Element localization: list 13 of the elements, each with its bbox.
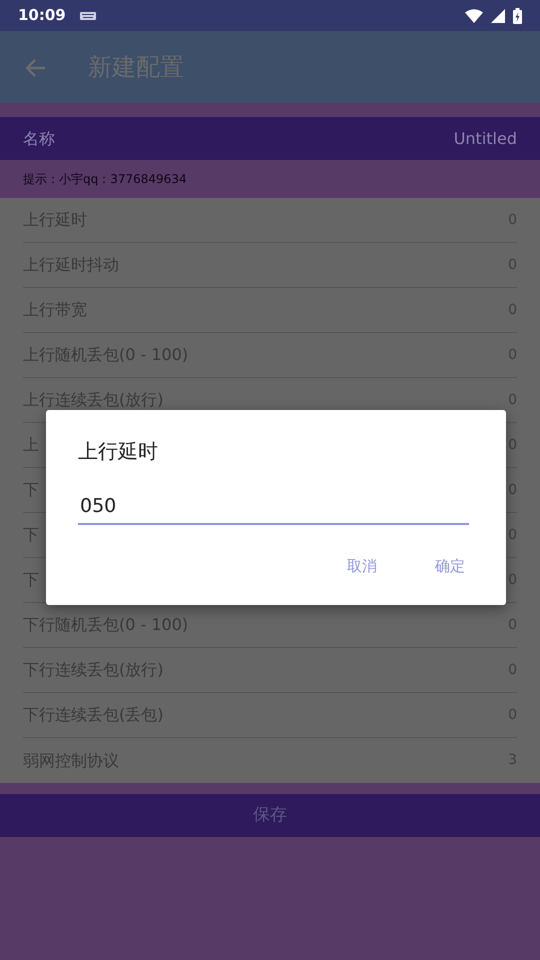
dialog-button[interactable]: 确定 — [431, 548, 469, 583]
wifi-icon — [465, 8, 483, 22]
save-button[interactable]: 保存 — [0, 794, 540, 837]
dialog-button[interactable]: 取消 — [343, 548, 381, 583]
setting-label: 名称 — [23, 128, 55, 150]
status-time: 10:09 — [18, 5, 66, 26]
dialog-title: 上行延时 — [78, 438, 159, 465]
battery-icon — [513, 8, 522, 24]
signal-icon — [491, 8, 505, 22]
keyboard-icon — [80, 12, 96, 20]
input-field[interactable]: 050 — [78, 480, 469, 524]
setting-value: Untitled — [454, 128, 517, 150]
hint-text: 提示：小宇qq：3776849634 — [23, 171, 187, 188]
